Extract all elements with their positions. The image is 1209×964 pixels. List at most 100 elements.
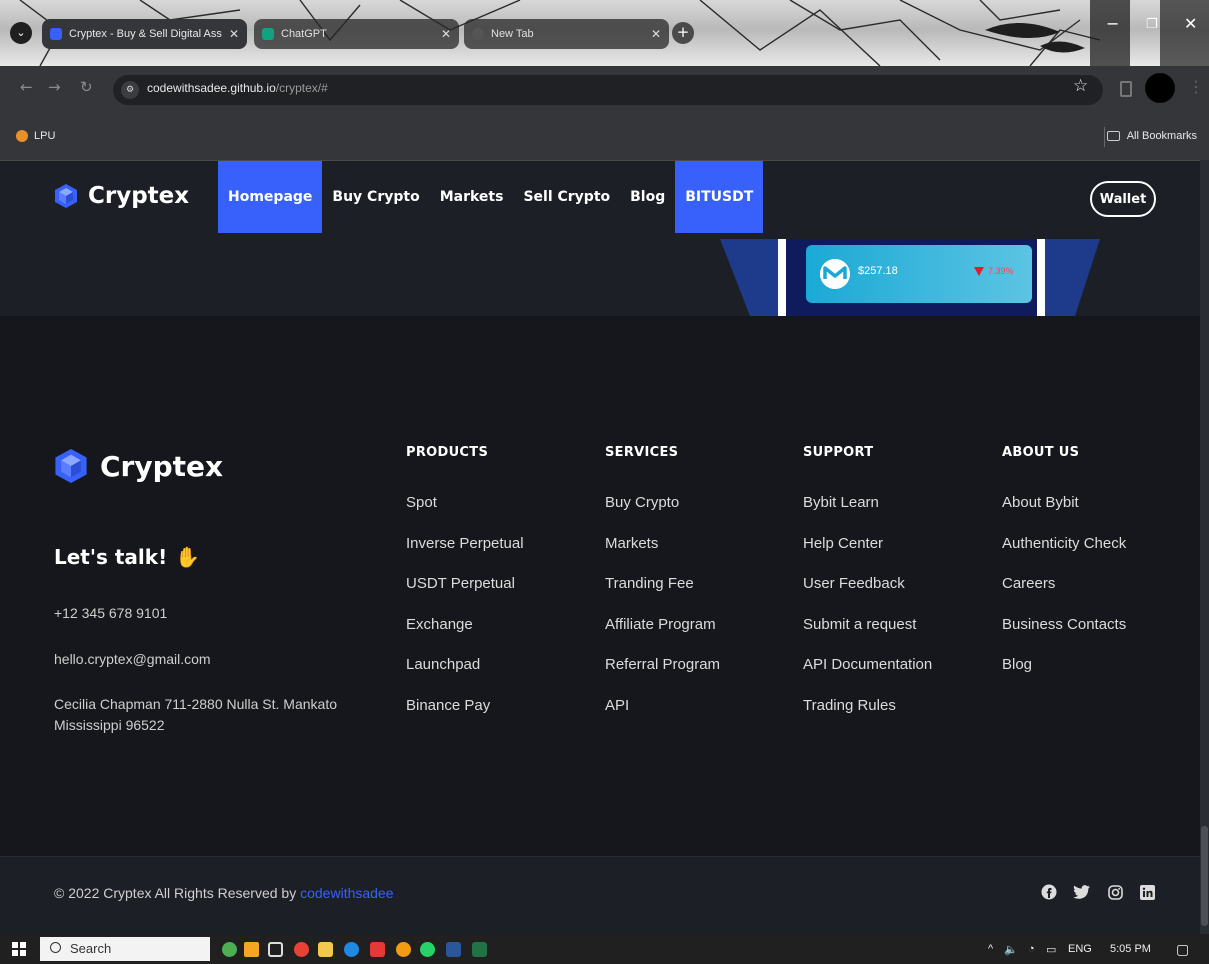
wallet-button[interactable]: Wallet [1090,181,1156,217]
footer-link[interactable]: Exchange [406,616,473,633]
app-icon-sun[interactable] [396,942,411,957]
bookmark-lpu[interactable]: LPU [16,130,55,142]
footer-link[interactable]: Careers [1002,575,1055,592]
app-icon-misc[interactable] [244,942,259,957]
notification-icon[interactable]: ▢ [1176,941,1189,958]
footer-col-services: SERVICES [605,445,679,460]
address-line: Cecilia Chapman 711-2880 Nulla St. Manka… [54,696,338,712]
facebook-icon[interactable] [1040,883,1058,901]
page-scrollbar-thumb[interactable] [1201,826,1208,926]
footer-link[interactable]: API [605,697,629,714]
footer-link[interactable]: Bybit Learn [803,494,879,511]
tab-new-tab[interactable]: New Tab ✕ [464,19,669,49]
wifi-icon[interactable]: ◔ [1028,943,1035,955]
chrome-favicon-icon [472,28,484,40]
menu-kebab-icon[interactable]: ⋮ [1188,77,1204,96]
footer-link[interactable]: Buy Crypto [605,494,679,511]
new-tab-button[interactable]: + [672,22,694,44]
close-tab-icon[interactable]: ✕ [651,27,661,41]
footer-link[interactable]: Help Center [803,535,883,552]
profile-avatar[interactable] [1145,73,1175,103]
back-icon[interactable]: ← [20,78,33,96]
close-tab-icon[interactable]: ✕ [229,27,239,41]
tray-chevron-icon[interactable]: ^ [988,943,993,955]
word-icon[interactable] [446,942,461,957]
search-icon [50,942,61,953]
footer-link[interactable]: User Feedback [803,575,905,592]
bookmark-label: LPU [34,130,56,142]
footer-link[interactable]: Tranding Fee [605,575,694,592]
nav-buy-crypto[interactable]: Buy Crypto [322,161,429,233]
close-tab-icon[interactable]: ✕ [441,27,451,41]
copyright-text: © 2022 Cryptex All Rights Reserved by co… [54,885,394,901]
nav-homepage[interactable]: Homepage [218,161,323,233]
footer-email[interactable]: hello.cryptex@gmail.com [54,649,211,670]
volume-muted-icon[interactable]: 🔈 [1004,943,1018,956]
footer-link[interactable]: Launchpad [406,656,480,673]
bookmark-star-icon[interactable]: ☆ [1073,76,1088,96]
twitter-icon[interactable] [1072,883,1090,901]
footer-link[interactable]: About Bybit [1002,494,1079,511]
footer-link[interactable]: API Documentation [803,656,932,673]
nav-sell-crypto[interactable]: Sell Crypto [513,161,620,233]
forward-icon[interactable]: → [48,78,61,96]
battery-icon[interactable]: ▭ [1046,943,1056,956]
header-logo[interactable]: Cryptex [54,183,189,209]
footer-phone[interactable]: +12 345 678 9101 [54,603,167,624]
tab-title: Cryptex - Buy & Sell Digital Ass [69,28,222,40]
footer-link[interactable]: Authenticity Check [1002,535,1126,552]
page-scrollbar-track[interactable] [1200,160,1209,934]
omnibox[interactable]: ⚙ codewithsadee.github.io/cryptex/# [113,75,1103,105]
file-explorer-icon[interactable] [318,942,333,957]
tab-chatgpt[interactable]: ChatGPT ✕ [254,19,459,49]
maximize-icon[interactable]: ❐ [1146,17,1158,32]
header-hero-section: Cryptex Homepage Buy Crypto Markets Sell… [0,161,1200,316]
whatsapp-icon[interactable] [420,942,435,957]
chrome-icon[interactable] [294,942,309,957]
nav-blog[interactable]: Blog [620,161,675,233]
author-link[interactable]: codewithsadee [300,885,393,901]
language-indicator[interactable]: ENG [1068,943,1092,955]
footer-link[interactable]: Referral Program [605,656,720,673]
main-nav: Homepage Buy Crypto Markets Sell Crypto … [218,161,764,233]
url-host: codewithsadee.github.io [147,81,276,95]
task-view-icon[interactable] [268,942,283,957]
footer-link[interactable]: Blog [1002,656,1032,673]
footer-link[interactable]: Binance Pay [406,697,490,714]
clock[interactable]: 5:05 PM [1110,943,1151,955]
excel-icon[interactable] [472,942,487,957]
instagram-icon[interactable] [1106,883,1124,901]
ticker-change: 7.39% [988,266,1014,276]
linkedin-icon[interactable] [1138,883,1156,901]
tab-search-menu-button[interactable]: ⌄ [10,22,32,44]
site-info-icon[interactable]: ⚙ [121,81,139,99]
footer-link[interactable]: Submit a request [803,616,916,633]
minimize-icon[interactable]: − [1106,14,1119,33]
footer-logo[interactable]: Cryptex [54,447,223,485]
footer-bottom-bar: © 2022 Cryptex All Rights Reserved by co… [0,856,1200,935]
footer-link[interactable]: Markets [605,535,658,552]
edge-icon[interactable] [344,942,359,957]
url-text[interactable]: codewithsadee.github.io/cryptex/# [147,81,328,95]
tab-cryptex[interactable]: Cryptex - Buy & Sell Digital Ass ✕ [42,19,247,49]
footer-link[interactable]: USDT Perpetual [406,575,515,592]
taskbar-search-label: Search [70,941,112,956]
waving-hand-icon: ✋ [175,545,201,569]
taskbar-search-box[interactable]: Search [40,937,210,961]
nav-bitusdt[interactable]: BITUSDT [675,161,764,233]
all-bookmarks-button[interactable]: All Bookmarks [1106,130,1197,142]
page-content: Cryptex Homepage Buy Crypto Markets Sell… [0,161,1209,935]
close-window-icon[interactable]: ✕ [1184,14,1197,33]
footer-link[interactable]: Inverse Perpetual [406,535,524,552]
reload-icon[interactable]: ↻ [80,78,93,96]
footer-link[interactable]: Affiliate Program [605,616,716,633]
footer-link[interactable]: Trading Rules [803,697,896,714]
nav-markets[interactable]: Markets [430,161,514,233]
footer-link[interactable]: Spot [406,494,437,511]
copyright-prefix: © 2022 Cryptex All Rights Reserved by [54,885,297,901]
brave-icon[interactable] [370,942,385,957]
footer-link[interactable]: Business Contacts [1002,616,1126,633]
windows-start-icon[interactable] [12,942,26,956]
app-icon-widgets[interactable] [222,942,237,957]
side-panel-icon[interactable] [1120,81,1132,97]
